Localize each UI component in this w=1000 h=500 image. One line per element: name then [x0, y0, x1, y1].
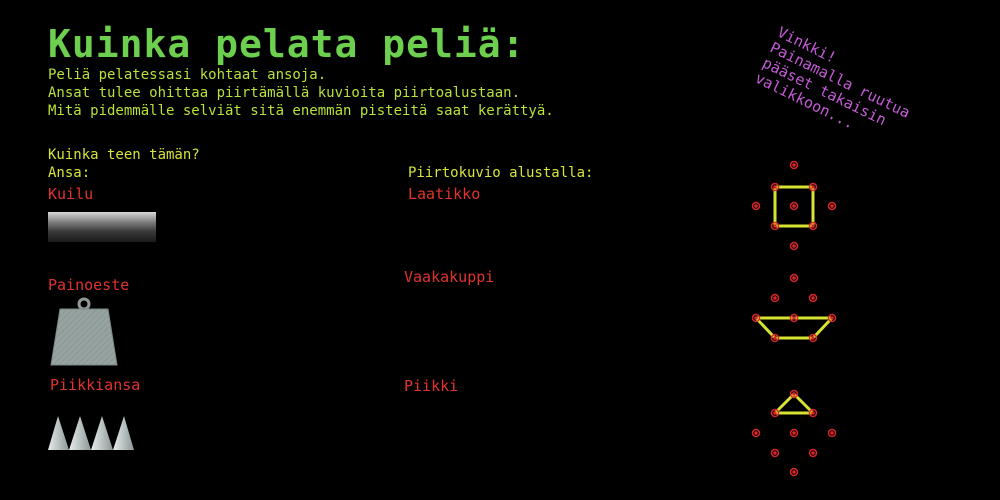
pattern-name-spike: Piikki [404, 377, 459, 395]
pattern-name-cup: Vaakakuppi [404, 268, 495, 286]
pattern-name-box: Laatikko [408, 185, 481, 203]
spike-trap-icon [48, 416, 134, 450]
intro-text: Peliä pelatessasi kohtaat ansoja. Ansat … [48, 66, 554, 120]
trap-name-pit: Kuilu [48, 185, 94, 203]
intro-line: Ansat tulee ohittaa piirtämällä kuvioita… [48, 85, 521, 101]
intro-line: Peliä pelatessasi kohtaat ansoja. [48, 67, 327, 83]
weight-icon [50, 297, 118, 366]
page-title: Kuinka pelata peliä: [48, 22, 526, 66]
trap-name-spikes: Piikkiansa [50, 376, 141, 394]
trap-name-weight: Painoeste [48, 276, 130, 294]
trap-column-header: Ansa: [48, 165, 91, 181]
spike-pattern-icon [751, 389, 837, 477]
howto-label: Kuinka teen tämän? [48, 147, 200, 163]
intro-line: Mitä pidemmälle selviät sitä enemmän pis… [48, 103, 554, 119]
box-pattern-icon [751, 160, 837, 251]
pit-icon [48, 212, 156, 242]
back-to-menu-hint: Vinkki! Painamalla ruutua pääset takaisi… [752, 23, 953, 168]
cup-pattern-icon [751, 273, 837, 343]
pattern-column-header: Piirtokuvio alustalla: [408, 165, 594, 181]
